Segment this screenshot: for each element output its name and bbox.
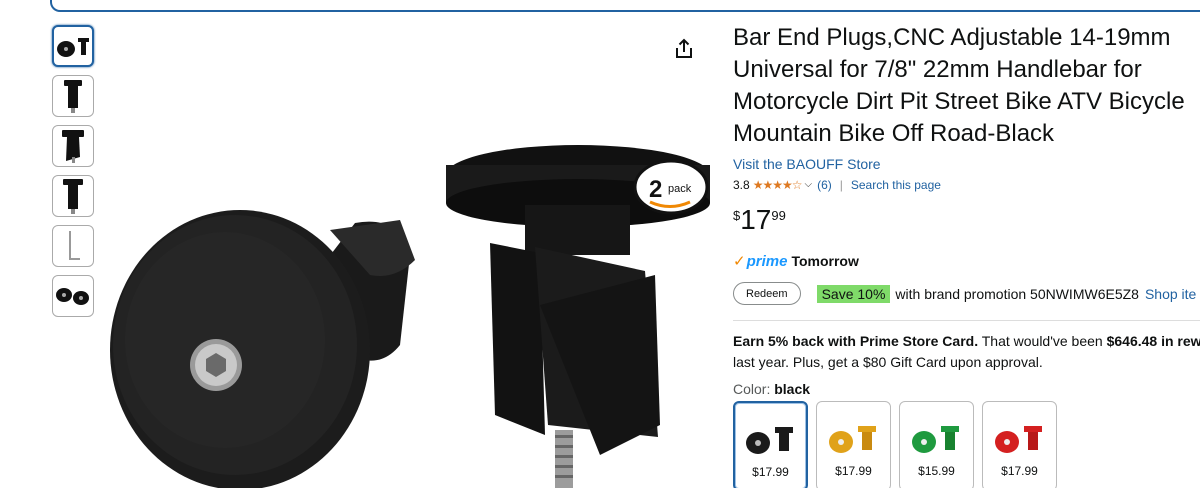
divider bbox=[733, 320, 1200, 321]
save-badge: Save 10% bbox=[816, 284, 891, 303]
search-page-link[interactable]: Search this page bbox=[851, 176, 941, 194]
color-label: Color: black bbox=[733, 381, 811, 397]
svg-text:pack: pack bbox=[668, 183, 692, 195]
swatch-red[interactable]: $17.99 bbox=[982, 401, 1057, 488]
page-top-border bbox=[50, 0, 1200, 12]
rating-count-link[interactable]: (6) bbox=[817, 176, 832, 194]
star-rating-icon[interactable]: ★★★★☆ bbox=[753, 176, 803, 194]
prime-logo: ✓prime bbox=[733, 253, 788, 270]
thumbnail-tall-view[interactable] bbox=[52, 175, 94, 217]
prime-delivery-day: Tomorrow bbox=[791, 253, 859, 269]
thumbnail-cut-view[interactable] bbox=[52, 125, 94, 167]
svg-text:2: 2 bbox=[649, 176, 662, 203]
thumbnail-list bbox=[52, 25, 94, 325]
share-icon[interactable] bbox=[672, 37, 696, 61]
swatch-red-image bbox=[994, 426, 1042, 453]
two-pack-badge: 2 pack bbox=[633, 159, 709, 215]
swatch-gold[interactable]: $17.99 bbox=[816, 401, 891, 488]
prime-check-icon: ✓ bbox=[733, 253, 746, 270]
color-value: black bbox=[774, 381, 811, 397]
price-symbol: $ bbox=[733, 208, 741, 223]
thumbnail-hex-key[interactable] bbox=[52, 225, 94, 267]
thumbnail-set-view[interactable] bbox=[52, 275, 94, 317]
redeem-button[interactable]: Redeem bbox=[733, 282, 801, 305]
swatch-black[interactable]: $17.99 bbox=[733, 401, 808, 488]
product-title: Bar End Plugs,CNC Adjustable 14-19mm Uni… bbox=[733, 24, 1185, 147]
promo-text: with brand promotion 50NWIMW6E5Z8 bbox=[895, 285, 1139, 302]
swatch-green[interactable]: $15.99 bbox=[899, 401, 974, 488]
price: $ 17 99 bbox=[733, 204, 1200, 236]
swatch-green-image bbox=[911, 426, 959, 453]
prime-delivery-row: ✓prime Tomorrow bbox=[733, 252, 1200, 270]
price-whole: 17 bbox=[740, 204, 772, 235]
thumbnail-two-pieces[interactable] bbox=[52, 25, 94, 67]
thumbnail-side-view[interactable] bbox=[52, 75, 94, 117]
bar-end-cap-image bbox=[110, 210, 415, 488]
rating-value: 3.8 bbox=[733, 178, 750, 192]
swatch-gold-image bbox=[828, 426, 876, 453]
store-link[interactable]: Visit the BAOUFF Store bbox=[733, 154, 1200, 174]
main-product-image[interactable]: 2 pack bbox=[100, 25, 710, 488]
price-fraction: 99 bbox=[771, 208, 786, 223]
shop-items-link[interactable]: Shop ite bbox=[1145, 286, 1196, 302]
coupon-row: Redeem Save 10% with brand promotion 50N… bbox=[733, 282, 1200, 305]
separator: | bbox=[839, 178, 843, 192]
earn-back-text: Earn 5% back with Prime Store Card. That… bbox=[733, 333, 1200, 370]
swatch-black-image bbox=[745, 427, 793, 454]
rating-row: 3.8 ★★★★☆ ⌵ (6) | Search this page bbox=[733, 176, 1200, 194]
product-info: Bar End Plugs,CNC Adjustable 14-19mm Uni… bbox=[733, 22, 1200, 488]
chevron-down-icon[interactable]: ⌵ bbox=[804, 176, 812, 194]
color-swatches: $17.99 $17.99 $15.99 $17.99 bbox=[733, 401, 1200, 488]
